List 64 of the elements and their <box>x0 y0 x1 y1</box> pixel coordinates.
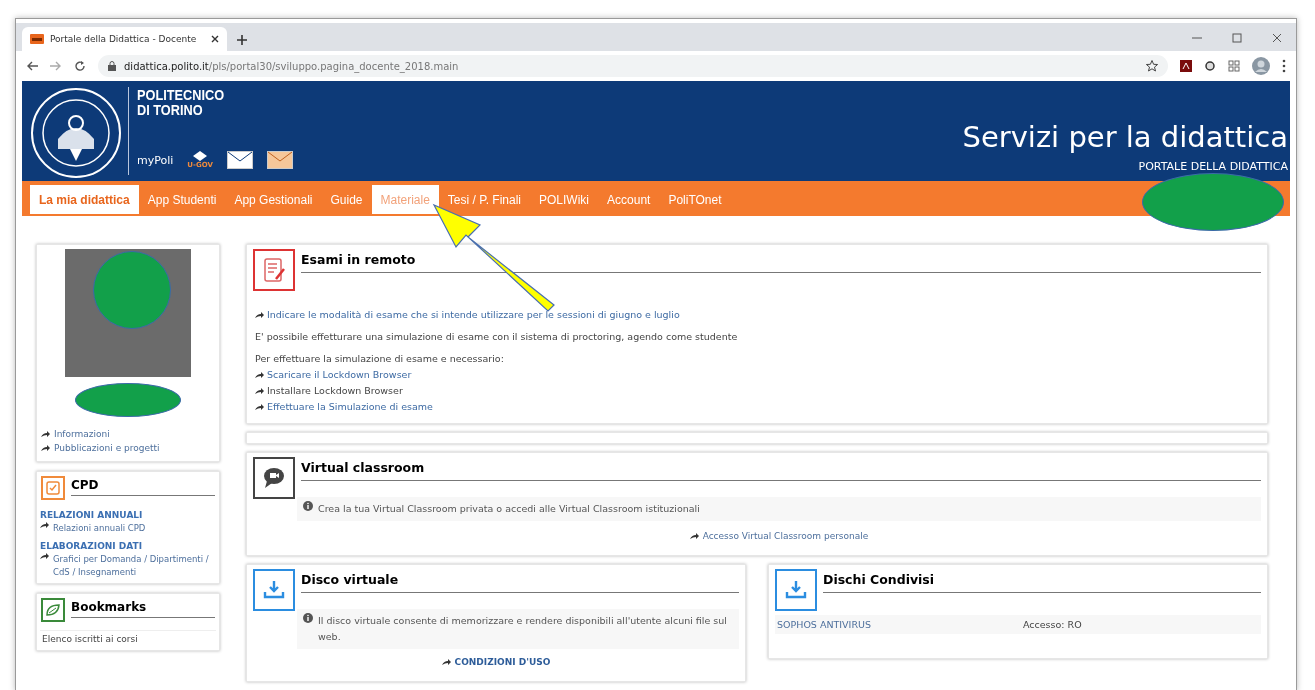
star-icon[interactable] <box>1146 60 1158 72</box>
menu-icon[interactable] <box>1282 59 1286 73</box>
logo-text: POLITECNICO <box>137 87 226 102</box>
checklist-icon <box>46 481 60 495</box>
bookmark-link[interactable]: Elenco iscritti ai corsi <box>40 630 216 646</box>
nav-tab[interactable]: La mia didattica <box>30 185 139 214</box>
access-text: Accesso: RO <box>1023 619 1083 630</box>
reload-icon[interactable] <box>74 60 86 72</box>
card-title: Virtual classroom <box>301 457 1261 481</box>
step-text: Installare Lockdown Browser <box>255 383 1259 399</box>
arrow-icon <box>40 553 49 560</box>
circle-icon[interactable] <box>1204 60 1216 72</box>
section-heading: RELAZIONI ANNUALI <box>40 509 144 522</box>
logo-text: DI TORINO <box>137 102 204 117</box>
mail-icon[interactable] <box>266 151 293 169</box>
section-heading: ELABORAZIONI DATI <box>40 540 144 553</box>
info-icon <box>303 613 313 623</box>
chat-icon <box>262 466 286 490</box>
profile-link[interactable]: Pubblicazioni e progetti <box>41 441 215 455</box>
mypoli-link[interactable]: myPoli <box>137 153 174 167</box>
arrow-icon <box>40 522 49 529</box>
info-icon <box>303 501 313 511</box>
back-icon[interactable] <box>26 61 38 71</box>
card-link[interactable]: Scaricare il Lockdown Browser <box>255 367 1259 383</box>
card-link[interactable]: Indicare le modalità di esame che si intende utilizzare per le sessioni di giugno e luglio <box>255 307 1259 323</box>
site-subtitle: PORTALE DELLA DIDATTICA <box>1138 160 1288 173</box>
info-text: Crea la tua Virtual Classroom privata o accedi alle Virtual Classroom istituzionali <box>297 497 1261 521</box>
avatar-icon[interactable] <box>1252 57 1270 75</box>
card-title: Dischi Condivisi <box>823 569 1261 593</box>
card-link[interactable]: Grafici per Domanda / Dipartimenti / CdS / Insegnamenti <box>40 553 216 579</box>
grid-icon[interactable] <box>1228 60 1240 72</box>
url-text[interactable]: didattica.polito.it/pls/portal30/sviluppo.pagina_docente_2018.main <box>124 60 459 72</box>
download-icon <box>263 580 285 600</box>
card-link[interactable]: CONDIZIONI D'USO <box>441 655 551 669</box>
browser-tab[interactable]: Portale della Didattica - Docente <box>22 27 227 51</box>
disk-name[interactable]: SOPHOS ANTIVIRUS <box>777 619 1023 630</box>
diamond-icon <box>193 151 208 161</box>
arrow-icon <box>689 532 699 540</box>
close-icon[interactable] <box>211 35 219 43</box>
body-text: Per effettuare la simulazione di esame e necessario: <box>255 352 505 366</box>
mail-icon[interactable] <box>226 151 253 169</box>
card-title: CPD <box>71 476 215 496</box>
new-tab-icon[interactable] <box>237 35 247 45</box>
maximize-icon[interactable] <box>1232 33 1242 43</box>
address-bar[interactable]: didattica.polito.it/pls/portal30/sviluppo.pagina_docente_2018.main <box>98 55 1168 77</box>
pdf-icon[interactable] <box>1180 60 1192 72</box>
card-title: Bookmarks <box>71 598 215 618</box>
site-title: Servizi per la didattica <box>962 120 1288 154</box>
leaf-icon <box>46 603 60 617</box>
download-icon <box>785 580 807 600</box>
university-seal-icon[interactable] <box>30 87 122 179</box>
close-icon[interactable] <box>1272 33 1282 43</box>
arrow-icon <box>441 658 451 666</box>
lock-icon <box>108 61 116 71</box>
card-title: Disco virtuale <box>301 569 739 593</box>
info-text: Il disco virtuale consente di memorizzare e rendere disponibili all'utente alcuni file sul web. <box>297 609 739 649</box>
profile-link[interactable]: Informazioni <box>41 427 215 441</box>
card-link[interactable]: Accesso Virtual Classroom personale <box>689 529 869 543</box>
card-link[interactable]: Effettuare la Simulazione di esame <box>255 399 1259 415</box>
arrow-icon <box>255 311 264 319</box>
notepad-icon <box>262 257 286 283</box>
body-text: E' possibile effetturare una simulazione di esame con il sistema di proctoring, agendo come studente <box>255 330 739 344</box>
favicon-icon <box>30 34 44 44</box>
card-link[interactable]: Relazioni annuali CPD <box>40 522 216 535</box>
